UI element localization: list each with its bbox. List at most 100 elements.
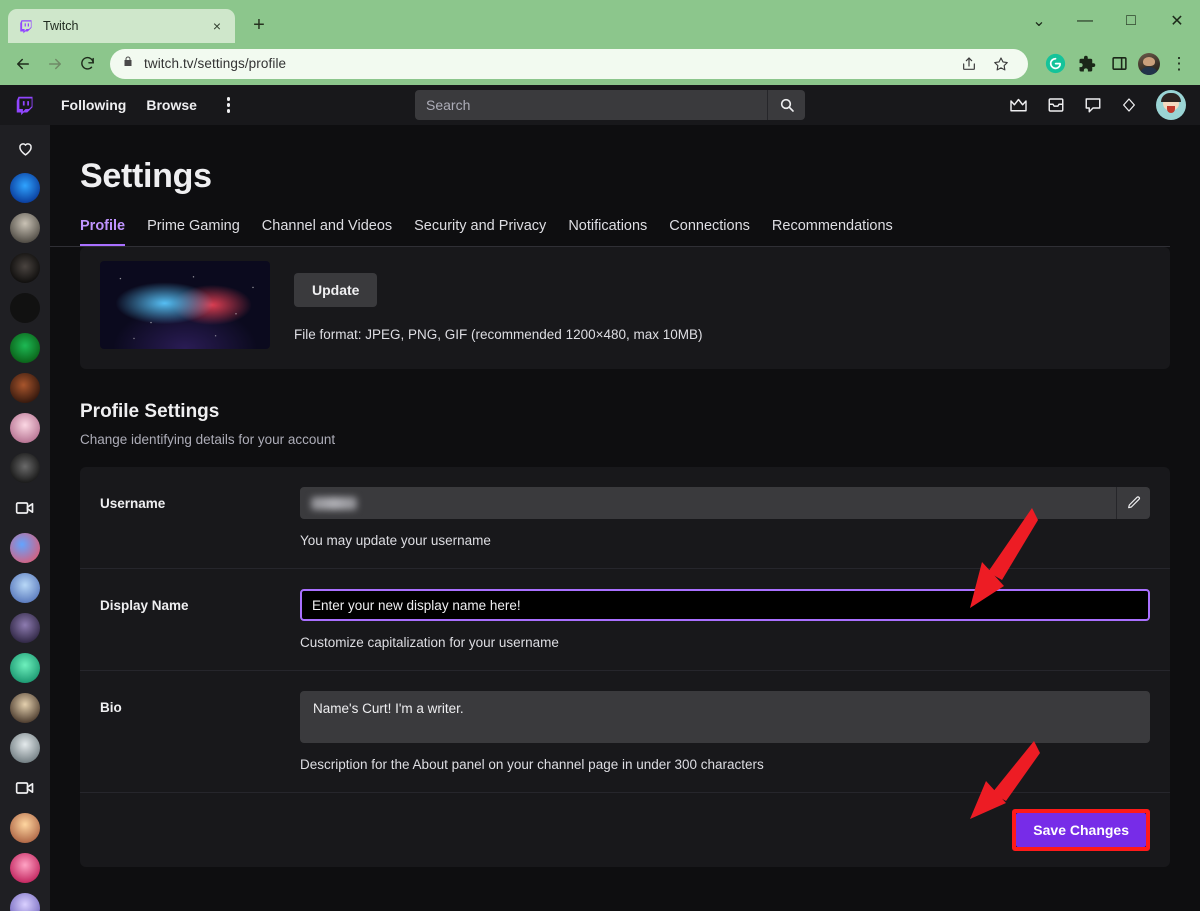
twitch-nav-links: Following Browse <box>61 97 197 113</box>
profile-settings-heading: Profile Settings <box>80 401 1200 423</box>
grammarly-icon[interactable] <box>1042 51 1068 77</box>
banner-controls: Update File format: JPEG, PNG, GIF (reco… <box>294 261 703 349</box>
extensions-puzzle-icon[interactable] <box>1074 51 1100 77</box>
channel-avatar-3[interactable] <box>10 373 40 403</box>
channel-avatar-monstercat[interactable] <box>10 293 40 323</box>
side-panel-icon[interactable] <box>1106 51 1132 77</box>
user-avatar[interactable] <box>1156 90 1186 120</box>
reload-icon[interactable] <box>72 49 102 79</box>
bio-textarea[interactable]: Name's Curt! I'm a writer. <box>300 691 1150 743</box>
lock-icon <box>122 55 134 73</box>
window-controls: ⌄ — □ ✕ <box>1016 0 1200 42</box>
username-redacted-value <box>311 497 357 510</box>
channel-avatar-bigmoist[interactable] <box>10 173 40 203</box>
share-icon[interactable] <box>954 49 984 79</box>
bits-icon[interactable] <box>1121 96 1137 114</box>
more-options-icon[interactable] <box>219 91 239 119</box>
channel-avatar-8[interactable] <box>10 613 40 643</box>
channel-avatar-2[interactable] <box>10 253 40 283</box>
tab-recommendations[interactable]: Recommendations <box>772 218 893 246</box>
bio-helper-text: Description for the About panel on your … <box>300 757 1150 772</box>
nav-link-browse[interactable]: Browse <box>146 97 197 113</box>
channel-avatar-13[interactable] <box>10 853 40 883</box>
display-name-input[interactable]: Enter your new display name here! <box>300 589 1150 621</box>
username-label: Username <box>100 487 300 548</box>
tab-strip: Twitch × + ⌄ — □ ✕ <box>0 0 1200 42</box>
settings-content: Settings Profile Prime Gaming Channel an… <box>50 125 1200 911</box>
channel-avatar-5[interactable] <box>10 453 40 483</box>
twitch-icon <box>18 18 34 34</box>
tab-profile[interactable]: Profile <box>80 218 125 246</box>
search-bar: Search <box>415 90 805 120</box>
tab-connections[interactable]: Connections <box>669 218 750 246</box>
prime-crown-icon[interactable] <box>1009 98 1028 113</box>
pencil-icon[interactable] <box>1116 487 1150 519</box>
browser-menu-icon[interactable]: ⋮ <box>1166 51 1192 77</box>
save-row: Save Changes <box>80 793 1170 867</box>
forward-icon[interactable] <box>40 49 70 79</box>
display-name-helper-text: Customize capitalization for your userna… <box>300 635 1150 650</box>
star-icon[interactable] <box>986 49 1016 79</box>
settings-tabs: Profile Prime Gaming Channel and Videos … <box>50 196 1170 247</box>
form-row-username: Username You may update your username <box>80 467 1170 569</box>
form-row-bio: Bio Name's Curt! I'm a writer. Descripti… <box>80 671 1170 793</box>
update-banner-button[interactable]: Update <box>294 273 377 307</box>
page-title: Settings <box>50 125 1200 196</box>
channel-avatar-9[interactable] <box>10 653 40 683</box>
channel-avatar-12[interactable] <box>10 813 40 843</box>
extensions-area: ⋮ <box>1036 51 1192 77</box>
channel-avatar-6[interactable] <box>10 533 40 563</box>
channel-avatar-11[interactable] <box>10 733 40 763</box>
search-icon[interactable] <box>767 90 805 120</box>
tab-prime-gaming[interactable]: Prime Gaming <box>147 218 240 246</box>
video-camera-icon[interactable] <box>10 493 40 523</box>
tab-title: Twitch <box>43 19 200 33</box>
channel-avatar-xbox[interactable] <box>10 333 40 363</box>
banner-panel: Update File format: JPEG, PNG, GIF (reco… <box>80 247 1170 369</box>
video-camera-icon-2[interactable] <box>10 773 40 803</box>
profile-banner-preview <box>100 261 270 349</box>
whispers-icon[interactable] <box>1084 96 1102 114</box>
username-helper-text: You may update your username <box>300 533 1150 548</box>
file-format-note: File format: JPEG, PNG, GIF (recommended… <box>294 327 703 342</box>
browser-profile-avatar[interactable] <box>1138 53 1160 75</box>
save-button-highlight: Save Changes <box>1012 809 1150 851</box>
inbox-icon[interactable] <box>1047 96 1065 114</box>
browser-tab-twitch[interactable]: Twitch × <box>8 9 235 43</box>
profile-settings-subheading: Change identifying details for your acco… <box>80 432 1200 447</box>
display-name-label: Display Name <box>100 589 300 650</box>
url-text: twitch.tv/settings/profile <box>144 56 944 71</box>
tab-channel-and-videos[interactable]: Channel and Videos <box>262 218 392 246</box>
tab-security-and-privacy[interactable]: Security and Privacy <box>414 218 546 246</box>
browser-toolbar: twitch.tv/settings/profile ⋮ <box>0 42 1200 85</box>
channel-avatar-1[interactable] <box>10 213 40 243</box>
twitch-sidebar[interactable] <box>0 125 50 911</box>
username-input[interactable] <box>300 487 1116 519</box>
tab-notifications[interactable]: Notifications <box>568 218 647 246</box>
close-window-button[interactable]: ✕ <box>1154 0 1200 42</box>
close-icon[interactable]: × <box>209 17 225 35</box>
address-bar[interactable]: twitch.tv/settings/profile <box>110 49 1028 79</box>
followed-channels-heart-icon[interactable] <box>10 133 40 163</box>
bio-label: Bio <box>100 691 300 772</box>
maximize-button[interactable]: □ <box>1108 0 1154 42</box>
twitch-page: Following Browse Search <box>0 85 1200 911</box>
twitch-top-nav: Following Browse Search <box>0 85 1200 125</box>
chevron-down-icon[interactable]: ⌄ <box>1016 0 1062 42</box>
browser-window: Twitch × + ⌄ — □ ✕ twitch.tv/settings/pr… <box>0 0 1200 911</box>
profile-settings-form: Username You may update your username <box>80 467 1170 867</box>
nav-link-following[interactable]: Following <box>61 97 126 113</box>
back-icon[interactable] <box>8 49 38 79</box>
twitch-nav-right <box>1009 90 1186 120</box>
channel-avatar-10[interactable] <box>10 693 40 723</box>
minimize-button[interactable]: — <box>1062 0 1108 42</box>
channel-avatar-14[interactable] <box>10 893 40 911</box>
channel-avatar-4[interactable] <box>10 413 40 443</box>
banner-row: Update File format: JPEG, PNG, GIF (reco… <box>80 247 1170 369</box>
search-input[interactable]: Search <box>415 90 767 120</box>
twitch-glitch-logo[interactable] <box>12 86 39 124</box>
new-tab-button[interactable]: + <box>245 11 273 39</box>
save-changes-button[interactable]: Save Changes <box>1016 813 1146 847</box>
form-row-display-name: Display Name Enter your new display name… <box>80 569 1170 671</box>
channel-avatar-7[interactable] <box>10 573 40 603</box>
